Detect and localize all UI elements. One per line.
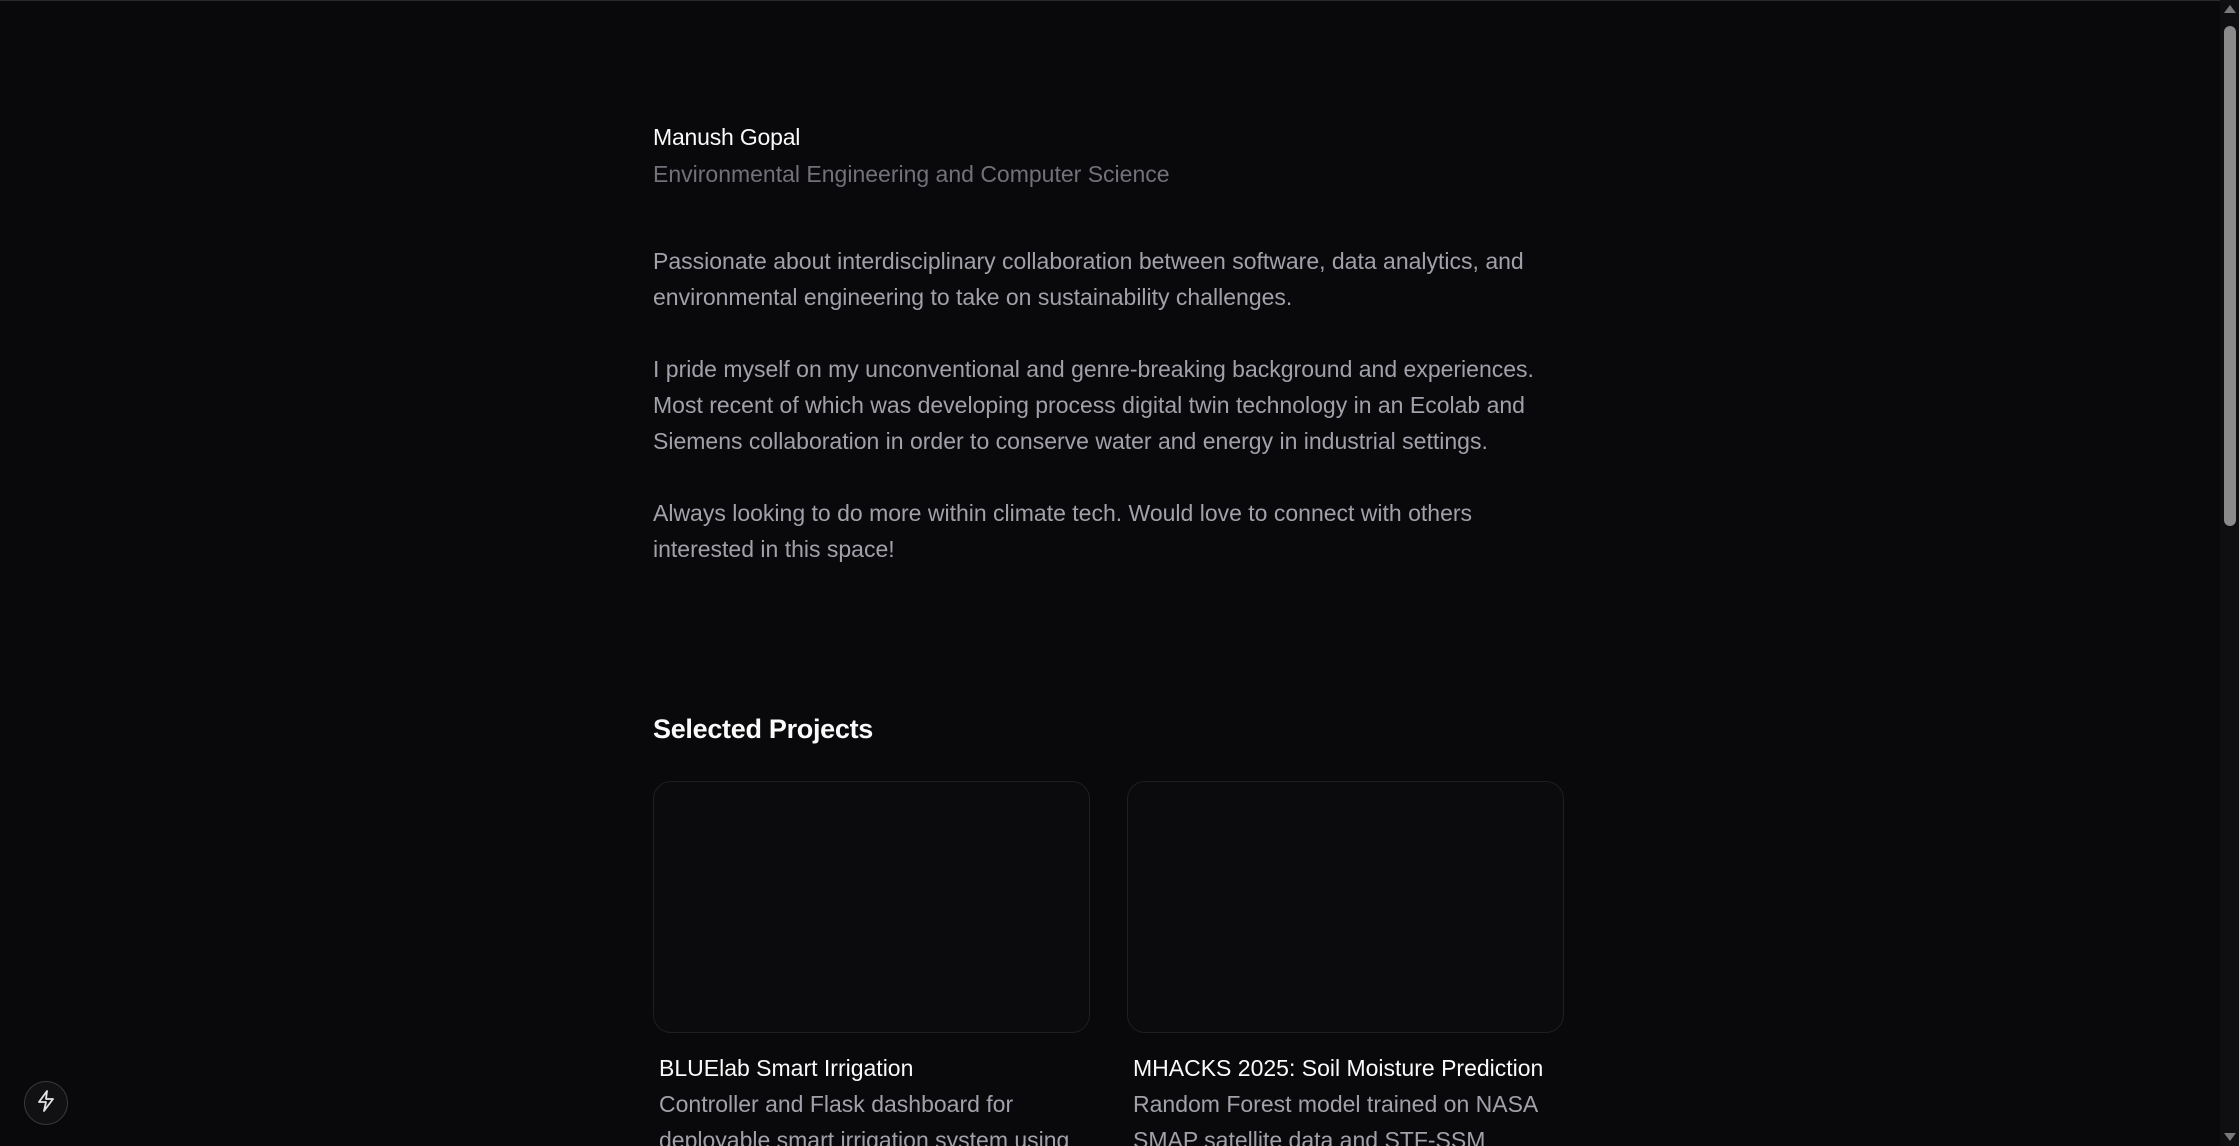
- profile-subtitle: Environmental Engineering and Computer S…: [653, 161, 1170, 187]
- scroll-down-arrow-icon[interactable]: [2224, 1133, 2236, 1141]
- project-thumbnail[interactable]: [1127, 781, 1564, 1033]
- project-thumbnail[interactable]: [653, 781, 1090, 1033]
- bio-paragraph: I pride myself on my unconventional and …: [653, 356, 1534, 454]
- bio-paragraph: Passionate about interdisciplinary colla…: [653, 248, 1524, 310]
- dev-tools-button[interactable]: [24, 1081, 68, 1125]
- profile-name: Manush Gopal: [653, 124, 801, 150]
- project-title[interactable]: BLUElab Smart Irrigation: [653, 1050, 1090, 1086]
- top-border: [0, 0, 2220, 1]
- vertical-scrollbar[interactable]: [2220, 0, 2239, 1146]
- project-card[interactable]: BLUElab Smart Irrigation Controller and …: [653, 781, 1090, 1146]
- project-description: Controller and Flask dashboard for deplo…: [659, 1091, 1070, 1146]
- scroll-up-arrow-icon[interactable]: [2224, 5, 2236, 13]
- project-card[interactable]: MHACKS 2025: Soil Moisture Prediction Ra…: [1127, 781, 1564, 1146]
- lightning-bolt-icon: [36, 1089, 56, 1117]
- selected-projects-heading: Selected Projects: [653, 714, 874, 744]
- page: Manush Gopal Environmental Engineering a…: [0, 0, 2239, 1146]
- bio-paragraph: Always looking to do more within climate…: [653, 500, 1473, 562]
- project-description: Random Forest model trained on NASA SMAP…: [1133, 1091, 1537, 1146]
- bio-section: Passionate about interdisciplinary colla…: [653, 243, 1565, 603]
- scrollbar-thumb[interactable]: [2224, 26, 2236, 526]
- project-title[interactable]: MHACKS 2025: Soil Moisture Prediction: [1127, 1050, 1564, 1086]
